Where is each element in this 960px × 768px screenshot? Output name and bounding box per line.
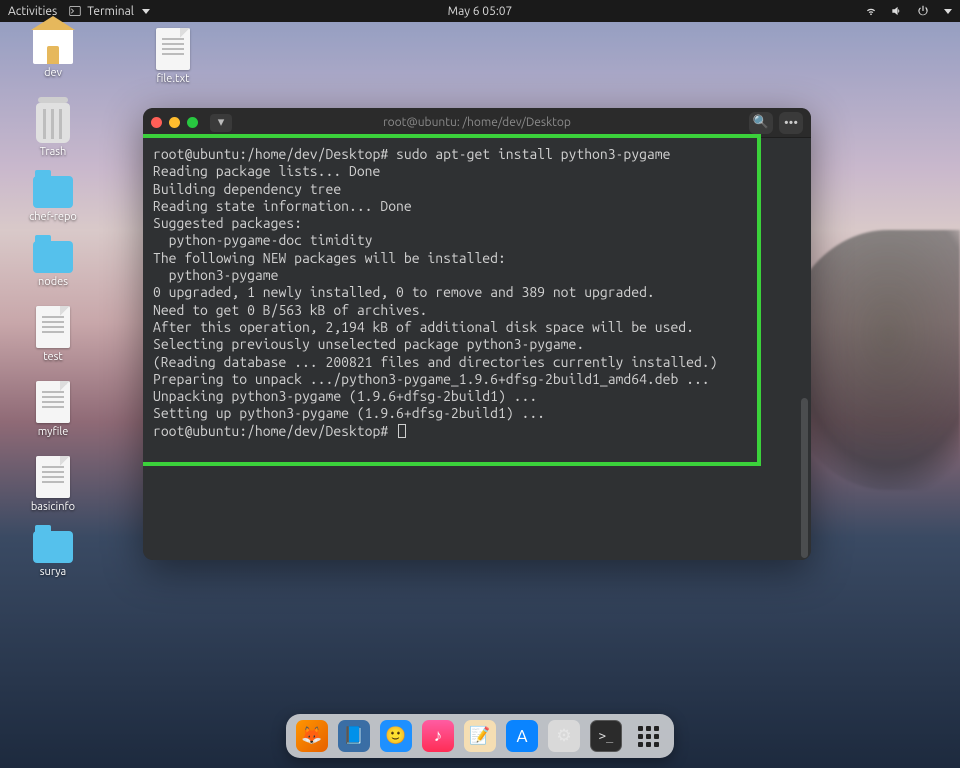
window-maximize-button[interactable] xyxy=(187,117,198,128)
active-app-menu[interactable]: Terminal xyxy=(69,5,150,18)
terminal-line: root@ubuntu:/home/dev/Desktop# sudo apt-… xyxy=(153,146,670,162)
dock-show-applications[interactable] xyxy=(632,720,664,752)
finder-icon: 🙂 xyxy=(385,726,406,746)
volume-icon xyxy=(890,4,904,18)
desktop-icon-test[interactable]: test xyxy=(18,306,88,363)
window-close-button[interactable] xyxy=(151,117,162,128)
dock-app-terminal[interactable]: >_ xyxy=(590,720,622,752)
files-icon: 📘 xyxy=(343,726,364,746)
dock-app-music[interactable]: ♪ xyxy=(422,720,454,752)
search-button[interactable]: 🔍 xyxy=(749,112,773,134)
menu-icon: ••• xyxy=(784,116,798,130)
clock[interactable]: May 6 05:07 xyxy=(448,5,513,18)
terminal-line: Unpacking python3-pygame (1.9.6+dfsg-2bu… xyxy=(153,388,537,404)
trash-icon xyxy=(36,103,70,143)
folder-icon xyxy=(33,531,73,563)
appstore-icon: A xyxy=(516,727,527,746)
terminal-output[interactable]: root@ubuntu:/home/dev/Desktop# sudo apt-… xyxy=(143,138,811,448)
icon-label: Trash xyxy=(40,146,67,158)
firefox-icon: 🦊 xyxy=(301,726,322,746)
hamburger-menu-button[interactable]: ••• xyxy=(779,112,803,134)
terminal-line: Selecting previously unselected package … xyxy=(153,336,584,352)
dock: 🦊 📘 🙂 ♪ 📝 A ⚙ >_ xyxy=(286,714,674,758)
terminal-body[interactable]: root@ubuntu:/home/dev/Desktop# sudo apt-… xyxy=(143,138,811,560)
terminal-line: python3-pygame xyxy=(153,267,278,283)
file-icon xyxy=(36,456,70,498)
terminal-line: Setting up python3-pygame (1.9.6+dfsg-2b… xyxy=(153,405,545,421)
terminal-line: Reading package lists... Done xyxy=(153,163,380,179)
terminal-title: root@ubuntu: /home/dev/Desktop xyxy=(383,116,571,129)
terminal-line: (Reading database ... 200821 files and d… xyxy=(153,354,717,370)
icon-label: test xyxy=(43,351,62,363)
folder-icon xyxy=(33,176,73,208)
terminal-line: Preparing to unpack .../python3-pygame_1… xyxy=(153,371,710,387)
dock-app-finder[interactable]: 🙂 xyxy=(380,720,412,752)
icon-label: file.txt xyxy=(157,73,190,85)
terminal-line: Reading state information... Done xyxy=(153,198,412,214)
home-icon xyxy=(33,28,73,64)
terminal-line: python-pygame-doc timidity xyxy=(153,232,373,248)
desktop-icon-chef-repo[interactable]: chef-repo xyxy=(18,176,88,223)
icon-label: dev xyxy=(44,67,62,79)
dock-app-files[interactable]: 📘 xyxy=(338,720,370,752)
chevron-down-icon xyxy=(944,9,952,14)
apps-grid-icon xyxy=(638,726,659,747)
file-icon xyxy=(36,306,70,348)
terminal-cursor xyxy=(398,424,406,438)
file-icon xyxy=(36,381,70,423)
terminal-line: Suggested packages: xyxy=(153,215,302,231)
terminal-scrollbar[interactable] xyxy=(801,398,808,558)
new-tab-button[interactable]: ▾ xyxy=(210,114,232,132)
icon-label: basicinfo xyxy=(31,501,75,513)
dock-app-firefox[interactable]: 🦊 xyxy=(296,720,328,752)
icon-label: nodes xyxy=(38,276,68,288)
gear-icon: ⚙ xyxy=(556,726,571,746)
terminal-icon: >_ xyxy=(599,729,613,743)
desktop-icon-dev[interactable]: dev xyxy=(18,28,88,85)
chevron-down-icon xyxy=(142,9,150,14)
icon-label: chef-repo xyxy=(29,211,77,223)
music-icon: ♪ xyxy=(434,726,443,746)
desktop-icon-file-txt[interactable]: file.txt xyxy=(138,28,208,85)
system-status-area[interactable] xyxy=(864,4,952,18)
terminal-line: The following NEW packages will be insta… xyxy=(153,250,506,266)
terminal-line: Need to get 0 B/563 kB of archives. xyxy=(153,302,427,318)
folder-icon xyxy=(33,241,73,273)
search-icon: 🔍 xyxy=(753,115,769,130)
desktop-icon-surya[interactable]: surya xyxy=(18,531,88,578)
dock-app-notes[interactable]: 📝 xyxy=(464,720,496,752)
terminal-prompt: root@ubuntu:/home/dev/Desktop# xyxy=(153,423,396,439)
dock-app-settings[interactable]: ⚙ xyxy=(548,720,580,752)
terminal-titlebar[interactable]: ▾ root@ubuntu: /home/dev/Desktop 🔍 ••• xyxy=(143,108,811,138)
chevron-down-icon: ▾ xyxy=(218,116,225,129)
wifi-icon xyxy=(864,4,878,18)
gnome-topbar: Activities Terminal May 6 05:07 xyxy=(0,0,960,22)
terminal-line: 0 upgraded, 1 newly installed, 0 to remo… xyxy=(153,284,655,300)
dock-app-appstore[interactable]: A xyxy=(506,720,538,752)
desktop-icon-myfile[interactable]: myfile xyxy=(18,381,88,438)
icon-label: myfile xyxy=(38,426,69,438)
power-icon xyxy=(916,4,930,18)
terminal-line: Building dependency tree xyxy=(153,181,341,197)
window-minimize-button[interactable] xyxy=(169,117,180,128)
file-icon xyxy=(156,28,190,70)
active-app-label: Terminal xyxy=(87,5,134,18)
icon-label: surya xyxy=(40,566,66,578)
terminal-window: ▾ root@ubuntu: /home/dev/Desktop 🔍 ••• r… xyxy=(143,108,811,560)
desktop-icon-basicinfo[interactable]: basicinfo xyxy=(18,456,88,513)
desktop-icon-nodes[interactable]: nodes xyxy=(18,241,88,288)
desktop-icon-trash[interactable]: Trash xyxy=(18,103,88,158)
terminal-line: After this operation, 2,194 kB of additi… xyxy=(153,319,694,335)
notes-icon: 📝 xyxy=(469,726,490,746)
